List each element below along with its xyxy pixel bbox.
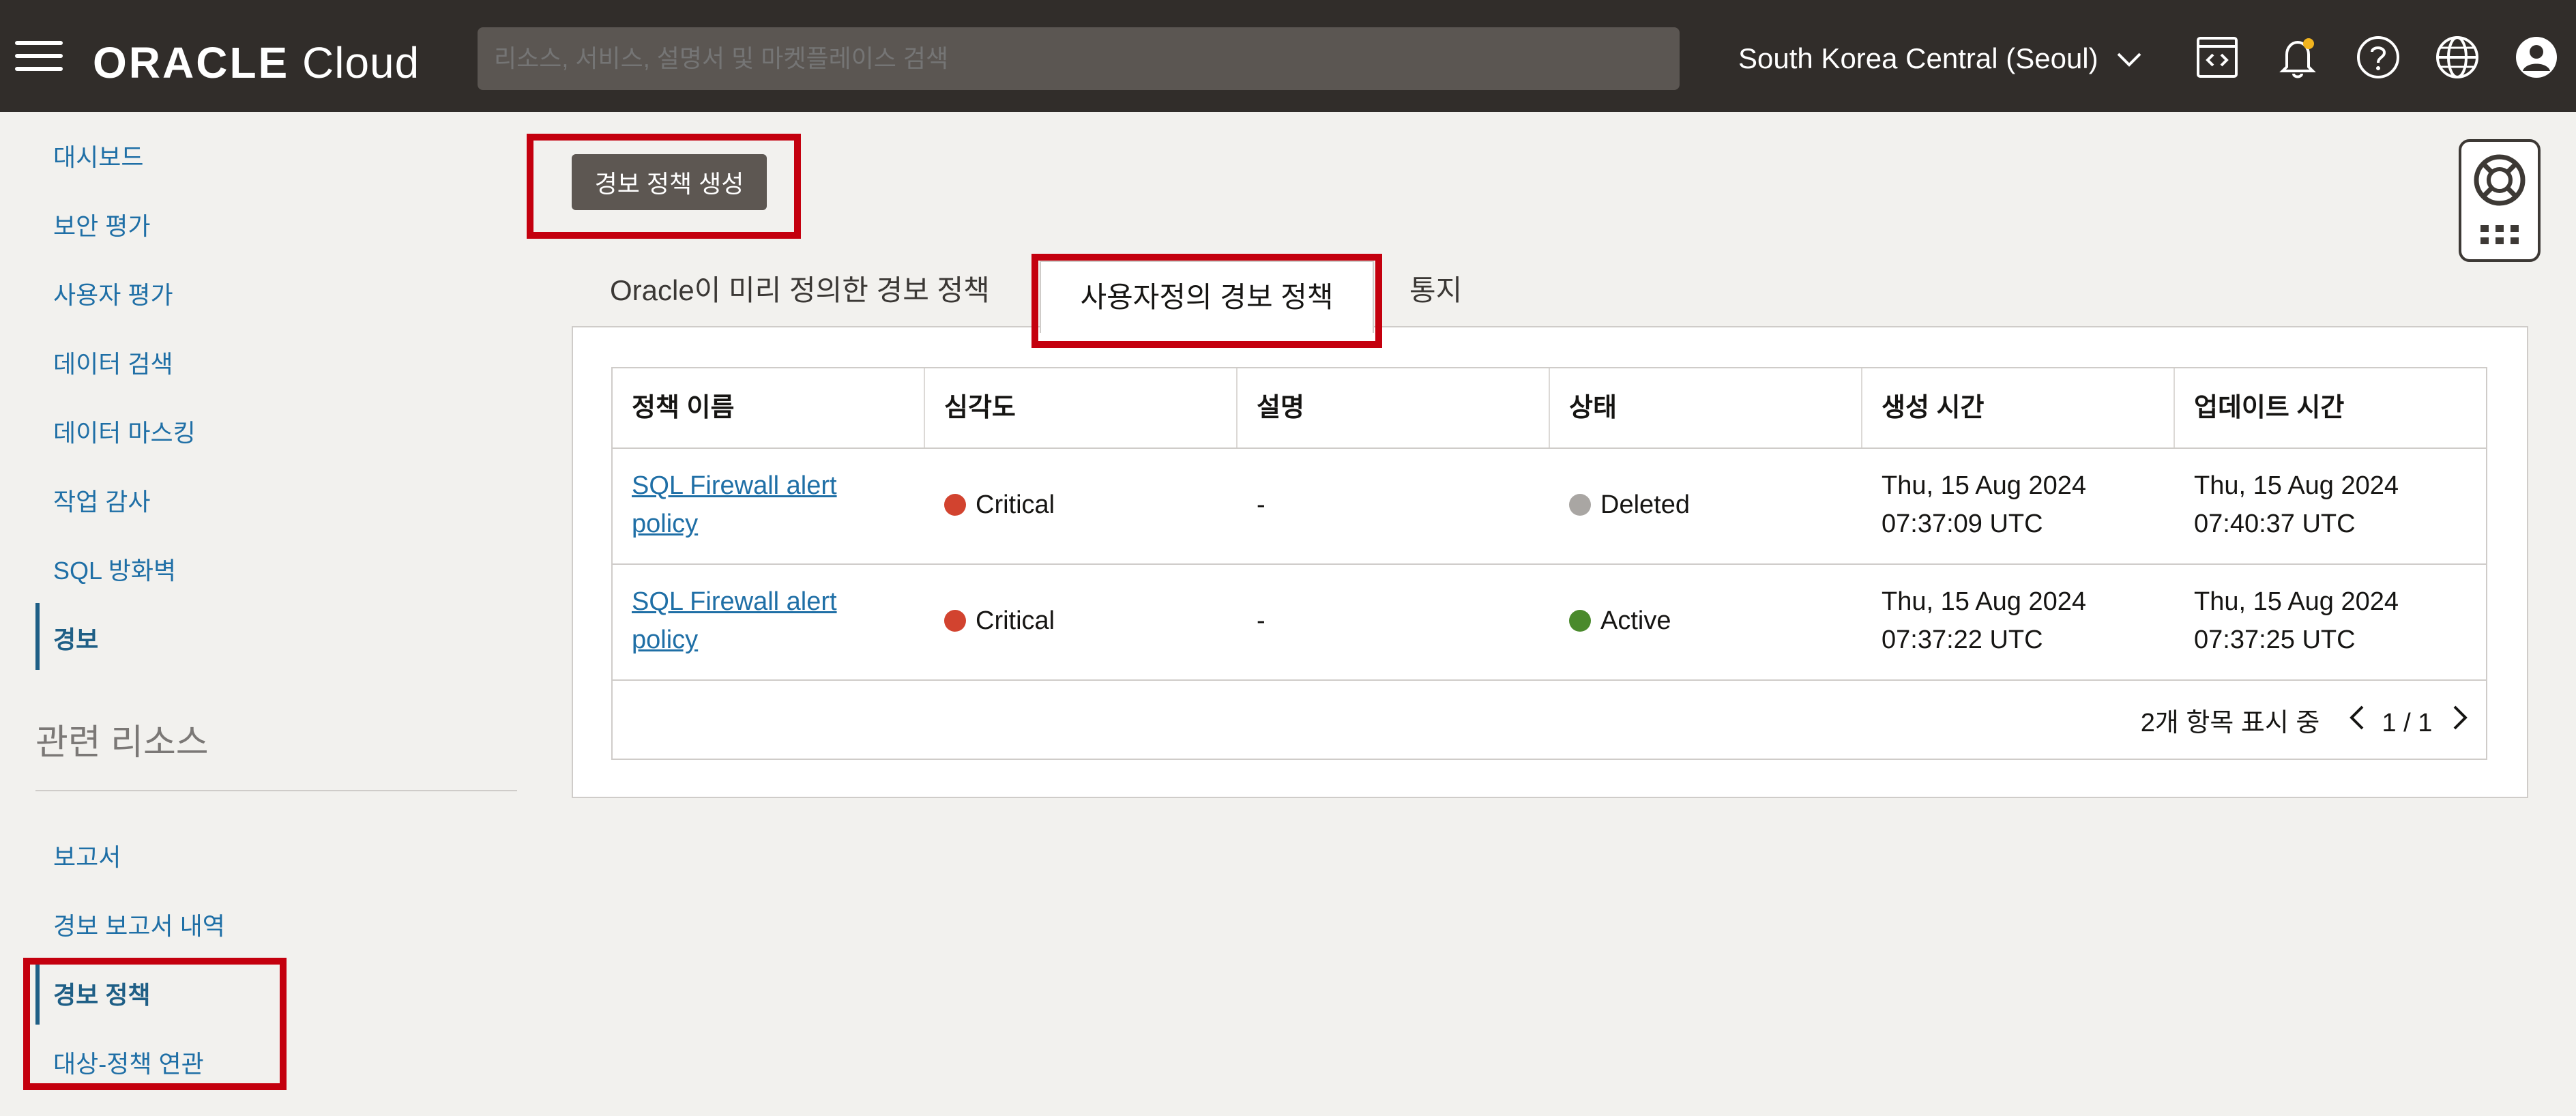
sidebar-item-alerts[interactable]: 경보 [53,620,98,656]
policy-name-link[interactable]: SQL Firewall alert policy [632,583,837,659]
sidebar-item-activity-auditing[interactable]: 작업 감사 [53,482,150,518]
column-header-status[interactable]: 상태 [1550,368,1862,447]
severity-cell: Critical [944,602,1055,640]
divider [35,790,517,791]
sidebar-item-reports[interactable]: 보고서 [53,838,121,873]
status-cell: Deleted [1569,486,1690,524]
updated-time: 07:37:25 UTC [2194,626,2356,654]
column-header-created[interactable]: 생성 시간 [1862,368,2175,447]
table-pagination: 2개 항목 표시 중 1 / 1 [2141,701,2470,745]
sidebar-item-user-assessment[interactable]: 사용자 평가 [53,276,173,311]
created-date: Thu, 15 Aug 2024 [1882,471,2087,500]
related-resources-heading: 관련 리소스 [35,723,209,763]
active-indicator [35,603,40,670]
tab-notifications[interactable]: 통지 [1409,267,1462,309]
updated-date: Thu, 15 Aug 2024 [2194,471,2399,500]
sidebar-item-security-assessment[interactable]: 보안 평가 [53,207,150,242]
policy-name-line2[interactable]: policy [632,626,698,654]
brand-cloud: Cloud [302,38,420,87]
menu-icon[interactable] [15,41,63,75]
region-selector[interactable]: South Korea Central (Seoul) [1738,37,2143,80]
row-divider [613,447,2486,449]
grid-icon [2480,225,2519,244]
row-divider [613,679,2486,681]
deleted-status-dot-icon [1569,494,1591,516]
column-header-severity[interactable]: 심각도 [925,368,1238,447]
column-header-policy-name[interactable]: 정책 이름 [613,368,925,447]
help-icon[interactable] [2354,33,2403,82]
chevron-left-icon[interactable] [2347,701,2365,745]
tab-oracle-predefined-policies[interactable]: Oracle이 미리 정의한 경보 정책 [610,267,990,309]
description-cell: - [1257,490,1265,519]
chevron-down-icon [2116,37,2143,80]
code-editor-icon[interactable] [2193,33,2242,82]
sidebar-item-data-discovery[interactable]: 데이터 검색 [53,344,173,380]
row-divider [613,563,2486,565]
status-text: Deleted [1600,490,1690,519]
updated-time-cell: Thu, 15 Aug 2024 07:40:37 UTC [2194,467,2399,543]
create-alert-policy-button[interactable]: 경보 정책 생성 [572,154,767,210]
status-cell: Active [1569,602,1671,640]
created-time: 07:37:22 UTC [1882,626,2043,654]
highlight-box-tab [1031,254,1382,348]
sidebar-item-dashboard[interactable]: 대시보드 [53,138,143,173]
updated-time: 07:40:37 UTC [2194,510,2356,538]
policy-name-line1[interactable]: SQL Firewall alert [632,471,837,500]
updated-date: Thu, 15 Aug 2024 [2194,587,2399,616]
column-header-updated[interactable]: 업데이트 시간 [2175,368,2486,447]
bell-icon[interactable] [2273,33,2322,82]
item-count: 2개 항목 표시 중 [2140,709,2320,737]
severity-text: Critical [976,606,1055,635]
globe-icon[interactable] [2433,33,2482,82]
created-date: Thu, 15 Aug 2024 [1882,587,2087,616]
top-navigation-bar: ORACLE Cloud South Korea Central (Seoul) [0,0,2576,112]
status-text: Active [1600,606,1671,635]
sidebar-item-alert-report-history[interactable]: 경보 보고서 내역 [53,907,225,942]
help-widget[interactable] [2459,139,2541,262]
search-input[interactable] [478,27,1680,90]
brand-oracle: ORACLE [93,38,290,87]
column-header-description[interactable]: 설명 [1238,368,1550,447]
policy-name-line2[interactable]: policy [632,510,698,538]
created-time: 07:37:09 UTC [1882,510,2043,538]
lifebuoy-icon [2474,154,2526,244]
sidebar-item-sql-firewall[interactable]: SQL 방화벽 [53,551,176,587]
severity-text: Critical [976,490,1055,519]
sidebar-item-data-masking[interactable]: 데이터 마스킹 [53,413,196,449]
region-label: South Korea Central (Seoul) [1738,42,2098,74]
critical-dot-icon [944,494,966,516]
severity-cell: Critical [944,486,1055,524]
user-icon[interactable] [2512,33,2561,82]
alert-policies-table: 정책 이름 심각도 설명 상태 생성 시간 업데이트 시간 SQL Firewa… [611,367,2487,760]
critical-dot-icon [944,610,966,632]
policy-name-link[interactable]: SQL Firewall alert policy [632,467,837,543]
highlight-box-sidebar [23,958,287,1090]
chevron-right-icon[interactable] [2452,701,2470,745]
created-time-cell: Thu, 15 Aug 2024 07:37:22 UTC [1882,583,2086,659]
created-time-cell: Thu, 15 Aug 2024 07:37:09 UTC [1882,467,2086,543]
active-status-dot-icon [1569,610,1591,632]
page-indicator: 1 / 1 [2382,709,2433,737]
oracle-cloud-logo[interactable]: ORACLE Cloud [93,35,420,90]
description-cell: - [1257,606,1265,635]
updated-time-cell: Thu, 15 Aug 2024 07:37:25 UTC [2194,583,2399,659]
policy-name-line1[interactable]: SQL Firewall alert [632,587,837,616]
